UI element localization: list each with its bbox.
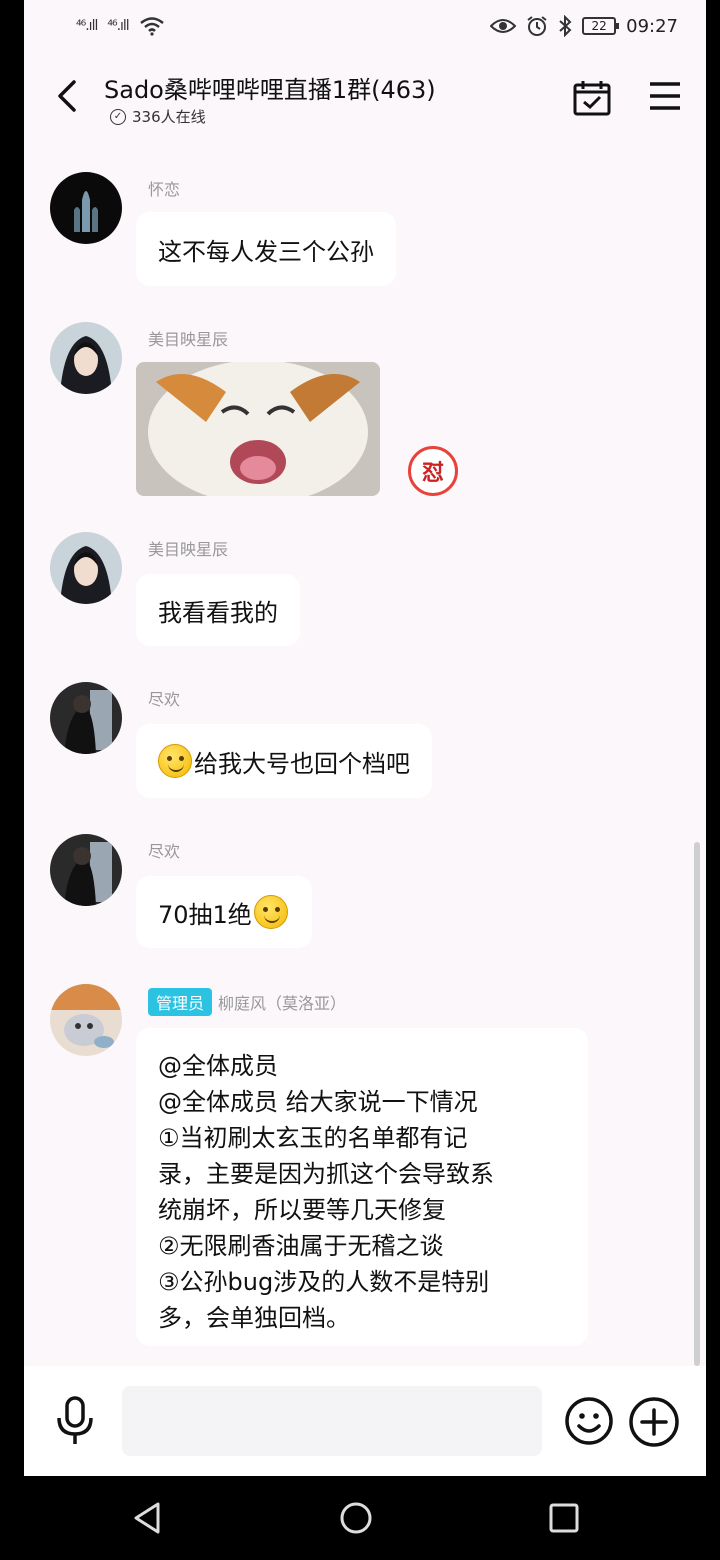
avatar[interactable] [50,834,122,906]
message-text: 这不每人发三个公孙 [158,237,374,266]
sender-name: 美目映星辰 [148,540,229,559]
online-count: ✓ 336人在线 [110,106,206,127]
message-text: 我看看我的 [158,598,278,627]
smile-face-icon[interactable] [564,1396,614,1446]
menu-icon[interactable] [648,80,682,112]
cat-laughing-image[interactable] [136,362,380,496]
signal-icon-2: ⁴⁶.ıll [107,18,129,34]
online-count-label: 336人在线 [132,108,206,126]
announcement-line: ③公孙bug涉及的人数不是特别 [158,1268,490,1296]
chat-app: ⁴⁶.ıll ⁴⁶.ıll 22 09:27 Sado桑哔哩哔哩直播1群(463… [24,0,706,1476]
group-title[interactable]: Sado桑哔哩哔哩直播1群(463) [104,70,436,105]
alarm-icon [527,16,547,36]
sender-name: 尽欢 [148,690,181,709]
chat-header: Sado桑哔哩哔哩直播1群(463) ✓ 336人在线 [24,60,706,140]
sender-name: 尽欢 [148,842,181,861]
nav-back-icon[interactable] [130,1500,166,1536]
announcement-line: @全体成员 给大家说一下情况 [158,1088,478,1116]
wifi-icon [139,17,164,36]
smile-emoji-icon [253,895,288,929]
battery-icon: 22 [582,17,620,35]
sender-name: 柳庭风（莫洛亚） [218,994,347,1013]
sender-name-row: 管理员 柳庭风（莫洛亚） [148,988,346,1016]
back-arrow-icon[interactable] [50,76,84,116]
avatar[interactable] [50,984,122,1056]
bluetooth-icon [559,15,572,37]
eye-icon [490,19,517,33]
message-text: 70抽1绝 [158,900,252,929]
nav-recents-icon[interactable] [546,1500,582,1536]
message-bubble[interactable]: @全体成员 @全体成员 给大家说一下情况 ①当初刷太玄玉的名单都有记 录，主要是… [136,1028,588,1346]
message-bubble[interactable]: 70抽1绝 [136,876,312,948]
smile-emoji-icon [158,744,192,778]
announcement-text: @全体成员 @全体成员 给大家说一下情况 ①当初刷太玄玉的名单都有记 录，主要是… [158,1048,494,1336]
sender-name: 美目映星辰 [148,330,229,349]
announcement-line: @全体成员 [158,1052,278,1080]
announcement-line: 统崩坏，所以要等几天修复 [158,1196,446,1224]
sender-name: 怀恋 [148,180,181,199]
clock: 09:27 [626,15,678,37]
message-input[interactable] [122,1386,542,1456]
message-bubble[interactable]: 给我大号也回个档吧 [136,724,432,798]
nav-home-icon[interactable] [338,1500,374,1536]
admin-badge: 管理员 [148,988,213,1016]
sticker-badge[interactable]: 怼 [408,446,458,496]
system-nav-bar [0,1476,720,1560]
microphone-icon[interactable] [54,1396,96,1446]
scrollbar[interactable] [694,842,700,1366]
announcement-line: 录，主要是因为抓这个会导致系 [158,1160,494,1188]
avatar[interactable] [50,682,122,754]
announcement-line: ①当初刷太玄玉的名单都有记 [158,1124,468,1152]
message-bubble[interactable]: 这不每人发三个公孙 [136,212,396,286]
status-bar: ⁴⁶.ıll ⁴⁶.ıll 22 09:27 [24,0,706,52]
calendar-check-icon[interactable] [572,78,612,118]
input-bar [24,1366,706,1476]
avatar[interactable] [50,172,122,244]
signal-icon: ⁴⁶.ıll [76,18,98,34]
message-bubble[interactable]: 我看看我的 [136,574,300,646]
announcement-line: ②无限刷香油属于无稽之谈 [158,1232,444,1260]
avatar[interactable] [50,322,122,394]
check-circle-icon: ✓ [110,108,126,125]
message-text: 给我大号也回个档吧 [194,749,410,778]
plus-circle-icon[interactable] [628,1396,680,1448]
announcement-line: 多，会单独回档。 [158,1304,350,1332]
avatar[interactable] [50,532,122,604]
